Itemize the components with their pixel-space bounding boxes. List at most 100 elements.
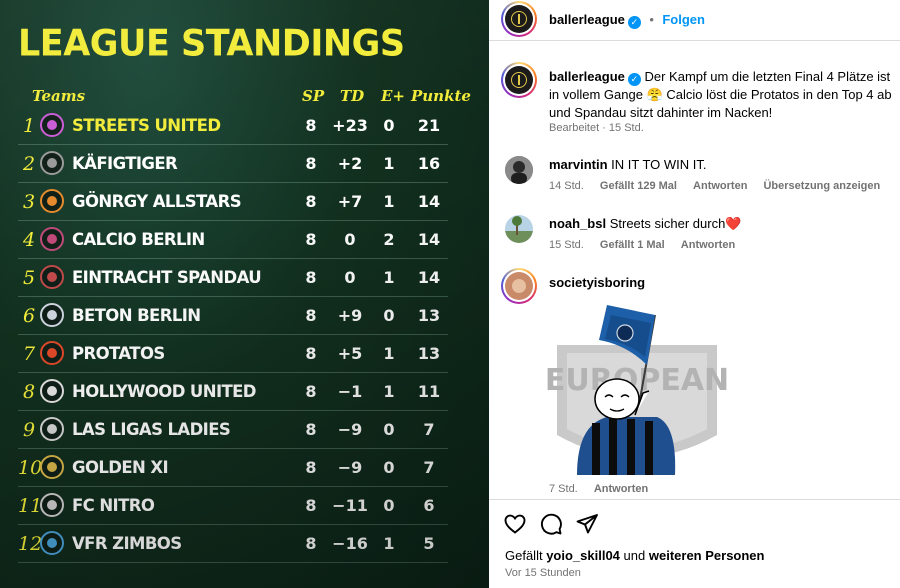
comment-time[interactable]: 15 Std. [549, 239, 584, 251]
caption-username[interactable]: ballerleague [549, 69, 625, 84]
comment-sticker-image[interactable]: EUROPEAN [545, 295, 729, 475]
table-row: 1 STREETS UNITED 8 +23 0 21 [18, 107, 448, 145]
reply-button[interactable]: Antworten [594, 483, 648, 495]
liked-by: Gefällt yoio_skill04 und weiteren Person… [505, 548, 764, 563]
post-image[interactable]: LEAGUE STANDINGS Teams SP TD E+ Punkte 1… [0, 0, 489, 588]
comment-2-meta: 15 Std. Gefällt 1 Mal Antworten [549, 239, 748, 251]
sp-cell: 8 [305, 154, 317, 173]
comment-time[interactable]: 14 Std. [549, 180, 584, 192]
comment-text: Streets sicher durch❤️ [609, 216, 742, 231]
team-logo-icon [40, 417, 64, 441]
header-teams: Teams [32, 87, 86, 105]
comment-avatar[interactable] [505, 215, 533, 243]
rank-cell: 3 [22, 191, 36, 213]
td-cell: −9 [337, 420, 363, 439]
sp-cell: 8 [305, 344, 317, 363]
sp-cell: 8 [305, 382, 317, 401]
td-cell: +5 [337, 344, 363, 363]
post-header: ballerleague ✓ • Folgen [549, 11, 705, 29]
comment-time[interactable]: 7 Std. [549, 483, 578, 495]
team-name: HOLLYWOOD UNITED [72, 382, 257, 401]
share-send-icon[interactable] [575, 512, 599, 536]
rank-cell: 6 [22, 305, 36, 327]
points-cell: 16 [417, 154, 441, 173]
team-name: PROTATOS [72, 344, 165, 363]
verified-badge-icon: ✓ [627, 16, 641, 29]
author-username[interactable]: ballerleague [549, 12, 625, 27]
e-cell: 0 [383, 116, 395, 135]
table-row: 6 BETON BERLIN 8 +9 0 13 [18, 297, 448, 335]
team-logo-icon [40, 303, 64, 327]
comment-username[interactable]: noah_bsl [549, 216, 606, 231]
comment-username[interactable]: societyisboring [549, 275, 645, 290]
table-row: 5 EINTRACHT SPANDAU 8 0 1 14 [18, 259, 448, 297]
rank-cell: 4 [22, 229, 36, 251]
sp-cell: 8 [305, 116, 317, 135]
td-cell: +2 [337, 154, 363, 173]
comment-username[interactable]: marvintin [549, 157, 608, 172]
liked-others[interactable]: weiteren Personen [649, 548, 765, 563]
points-cell: 6 [423, 496, 435, 515]
comment-3-meta: 7 Std. Antworten [549, 483, 661, 495]
reply-button[interactable]: Antworten [693, 180, 747, 192]
rank-cell: 9 [22, 419, 36, 441]
team-name: STREETS UNITED [72, 116, 221, 135]
reply-button[interactable]: Antworten [681, 239, 735, 251]
td-cell: +9 [337, 306, 363, 325]
table-row: 4 CALCIO BERLIN 8 0 2 14 [18, 221, 448, 259]
table-row: 12 VFR ZIMBOS 8 −16 1 5 [18, 525, 448, 563]
points-cell: 11 [417, 382, 441, 401]
team-name: VFR ZIMBOS [72, 534, 182, 553]
liked-user[interactable]: yoio_skill04 [546, 548, 620, 563]
team-name: FC NITRO [72, 496, 155, 515]
team-logo-icon [40, 227, 64, 251]
comment-text: IN IT TO WIN IT. [611, 157, 707, 172]
comment-likes[interactable]: Gefällt 1 Mal [600, 239, 665, 251]
comment-avatar[interactable] [501, 268, 537, 304]
team-logo-icon [40, 455, 64, 479]
actions-divider [489, 499, 900, 500]
comment-likes[interactable]: Gefällt 129 Mal [600, 180, 677, 192]
e-cell: 1 [383, 192, 395, 211]
td-cell: −11 [332, 496, 368, 515]
header-e: E+ [381, 87, 406, 105]
sp-cell: 8 [305, 420, 317, 439]
follow-button[interactable]: Folgen [662, 12, 705, 27]
rank-cell: 7 [22, 343, 36, 365]
caption-avatar[interactable] [501, 62, 537, 98]
comment-3: societyisboring [549, 275, 645, 290]
team-name: GÖNRGY ALLSTARS [72, 192, 242, 211]
points-cell: 14 [417, 192, 441, 211]
rank-cell: 5 [22, 267, 36, 289]
e-cell: 0 [383, 496, 395, 515]
ballerleague-logo-icon [511, 72, 527, 88]
comment-bubble-icon[interactable] [539, 512, 563, 536]
sp-cell: 8 [305, 230, 317, 249]
table-row: 8 HOLLYWOOD UNITED 8 −1 1 11 [18, 373, 448, 411]
author-avatar[interactable] [501, 1, 537, 37]
rank-cell: 12 [18, 533, 43, 555]
sp-cell: 8 [305, 458, 317, 477]
points-cell: 13 [417, 306, 441, 325]
like-heart-icon[interactable] [503, 512, 527, 536]
td-cell: +23 [332, 116, 368, 135]
sp-cell: 8 [305, 268, 317, 287]
translate-button[interactable]: Übersetzung anzeigen [763, 180, 880, 192]
points-cell: 7 [423, 420, 435, 439]
post-time[interactable]: Vor 15 Stunden [505, 567, 581, 579]
sp-cell: 8 [305, 192, 317, 211]
standings-table: 1 STREETS UNITED 8 +23 0 21 2 KÄFIGTIGER 8 +2 1 16 3… [18, 107, 448, 563]
table-row: 11 FC NITRO 8 −11 0 6 [18, 487, 448, 525]
team-logo-icon [40, 189, 64, 213]
rank-cell: 1 [22, 115, 36, 137]
separator-dot: • [649, 12, 654, 27]
team-logo-icon [40, 113, 64, 137]
comment-avatar[interactable] [505, 156, 533, 184]
e-cell: 1 [383, 268, 395, 287]
team-logo-icon [40, 379, 64, 403]
points-cell: 21 [417, 116, 441, 135]
points-cell: 7 [423, 458, 435, 477]
team-name: EINTRACHT SPANDAU [72, 268, 262, 287]
sp-cell: 8 [305, 534, 317, 553]
e-cell: 0 [383, 306, 395, 325]
